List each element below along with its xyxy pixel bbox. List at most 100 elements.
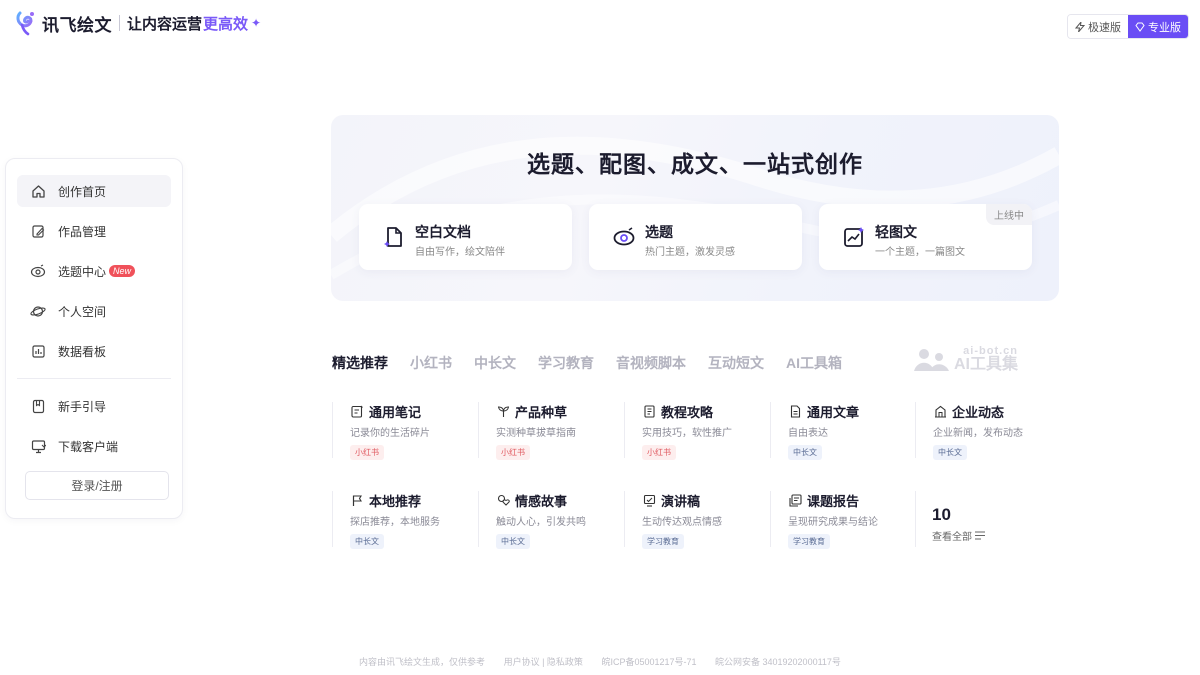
- logo[interactable]: 讯飞绘文 让内容运营 更高效 ✦: [16, 10, 261, 36]
- card-title: 轻图文: [875, 224, 917, 240]
- template-tag: 小红书: [642, 445, 676, 460]
- view-all-templates[interactable]: 10 查看全部: [915, 491, 1035, 549]
- tab-featured[interactable]: 精选推荐: [332, 353, 388, 373]
- template-title: 教程攻略: [661, 405, 714, 420]
- version-fast-label: 极速版: [1088, 21, 1121, 34]
- template-title: 课题报告: [807, 494, 860, 509]
- template-title: 产品种草: [515, 405, 568, 420]
- template-general-note[interactable]: 通用笔记 记录你的生活碎片 小红书: [332, 402, 456, 464]
- version-switch: 极速版 专业版: [1067, 14, 1189, 39]
- template-research-report[interactable]: 课题报告 呈现研究成果与结论 学习教育: [770, 491, 894, 553]
- template-tag: 中长文: [933, 445, 967, 460]
- template-desc: 自由表达: [788, 428, 828, 439]
- card-subtitle: 一个主题，一篇图文: [875, 247, 965, 258]
- footer: 内容由讯飞绘文生成，仅供参考 用户协议 | 隐私政策 皖ICP备05001217…: [0, 655, 1200, 668]
- sidebar-item-label: 作品管理: [58, 224, 107, 239]
- slogan-highlight: 更高效: [203, 15, 249, 33]
- version-fast-button[interactable]: 极速版: [1068, 15, 1128, 38]
- sidebar-item-label: 个人空间: [58, 304, 107, 319]
- template-general-article[interactable]: 通用文章 自由表达 中长文: [770, 402, 894, 464]
- logo-name: 讯飞绘文: [42, 15, 112, 35]
- chart-icon: [30, 343, 46, 359]
- planet-icon: [30, 303, 46, 319]
- online-tag: 上线中: [986, 204, 1032, 225]
- tab-av-script[interactable]: 音视频脚本: [616, 353, 686, 373]
- template-desc: 呈现研究成果与结论: [788, 517, 878, 528]
- column-divider: [624, 491, 625, 547]
- image-chart-icon: [844, 227, 864, 247]
- article-icon: [788, 405, 802, 419]
- watermark-logo-icon: [914, 349, 949, 371]
- document-icon: [384, 227, 402, 247]
- edit-icon: [30, 223, 46, 239]
- card-title: 空白文档: [415, 224, 471, 240]
- sidebar-item-label: 数据看板: [58, 344, 107, 359]
- lightning-icon: [1075, 21, 1085, 32]
- view-all-label: 查看全部: [932, 532, 972, 543]
- sidebar-item-home[interactable]: 创作首页: [17, 175, 171, 207]
- template-title: 企业动态: [952, 405, 1005, 420]
- tab-xiaohongshu[interactable]: 小红书: [410, 353, 452, 373]
- template-tag: 小红书: [496, 445, 530, 460]
- column-divider: [915, 491, 916, 547]
- template-title: 通用文章: [807, 405, 860, 420]
- tab-long-article[interactable]: 中长文: [474, 353, 516, 373]
- template-tutorial[interactable]: 教程攻略 实用技巧，软性推广 小红书: [624, 402, 748, 464]
- template-desc: 触动人心，引发共鸣: [496, 517, 586, 528]
- new-badge: New: [109, 265, 136, 277]
- template-product-review[interactable]: 产品种草 实测种草拔草指南 小红书: [478, 402, 602, 464]
- book-icon: [642, 405, 656, 419]
- footer-notice: 内容由讯飞绘文生成，仅供参考: [359, 657, 486, 667]
- template-title: 本地推荐: [369, 494, 422, 509]
- column-divider: [478, 402, 479, 458]
- tab-education[interactable]: 学习教育: [538, 353, 594, 373]
- template-desc: 企业新闻，发布动态: [933, 428, 1023, 439]
- sidebar-item-download[interactable]: 下载客户端: [17, 430, 171, 462]
- flag-icon: [350, 494, 364, 508]
- template-local-recommend[interactable]: 本地推荐 探店推荐，本地服务 中长文: [332, 491, 456, 553]
- footer-icp[interactable]: 皖ICP备05001217号-71: [601, 657, 696, 667]
- version-pro-button[interactable]: 专业版: [1128, 15, 1188, 38]
- logo-divider: [119, 15, 120, 31]
- tab-ai-toolbox[interactable]: AI工具箱: [786, 353, 842, 373]
- footer-links[interactable]: 用户协议 | 隐私政策: [504, 657, 583, 667]
- watermark: ai-bot.cn AI工具集: [914, 345, 1018, 373]
- sidebar-item-topics[interactable]: 选题中心 New: [17, 255, 171, 287]
- template-title: 情感故事: [515, 494, 568, 509]
- version-pro-label: 专业版: [1148, 21, 1181, 34]
- footer-police-record[interactable]: 皖公网安备 34019202000117号: [715, 657, 841, 667]
- template-tag: 学习教育: [788, 534, 830, 549]
- sidebar-item-space[interactable]: 个人空间: [17, 295, 171, 327]
- light-article-card[interactable]: 轻图文 一个主题，一篇图文 上线中: [819, 204, 1032, 270]
- template-company-news[interactable]: 企业动态 企业新闻，发布动态 中长文: [915, 402, 1039, 464]
- sidebar-item-dashboard[interactable]: 数据看板: [17, 335, 171, 367]
- watermark-name: AI工具集: [954, 356, 1019, 373]
- column-divider: [915, 402, 916, 458]
- sprout-icon: [496, 405, 510, 419]
- card-subtitle: 自由写作，绘文陪伴: [415, 247, 505, 258]
- hero-panel: 选题、配图、成文、一站式创作 空白文档 自由写作，绘文陪伴 选题 热门主题，激发…: [331, 115, 1059, 301]
- template-tag: 小红书: [350, 445, 384, 460]
- note-icon: [350, 405, 364, 419]
- sidebar-item-works[interactable]: 作品管理: [17, 215, 171, 247]
- tab-interactive-short[interactable]: 互动短文: [708, 353, 764, 373]
- column-divider: [770, 402, 771, 458]
- sidebar-item-label: 下载客户端: [58, 439, 119, 454]
- topic-card[interactable]: 选题 热门主题，激发灵感: [589, 204, 802, 270]
- template-title: 演讲稿: [661, 494, 701, 509]
- sidebar: 创作首页 作品管理 选题中心 New 个人空间 数据看板 新手引导 下载客户端 …: [5, 158, 183, 519]
- building-icon: [933, 405, 947, 419]
- blank-document-card[interactable]: 空白文档 自由写作，绘文陪伴: [359, 204, 572, 270]
- template-desc: 探店推荐，本地服务: [350, 517, 440, 528]
- heart-icon: [496, 494, 510, 508]
- template-tag: 中长文: [350, 534, 384, 549]
- home-icon: [30, 183, 46, 199]
- login-register-button[interactable]: 登录/注册: [25, 471, 169, 500]
- logo-mark-icon: [16, 11, 34, 36]
- sidebar-item-guide[interactable]: 新手引导: [17, 390, 171, 422]
- diamond-icon: [1135, 22, 1145, 32]
- template-tag: 学习教育: [642, 534, 684, 549]
- sidebar-divider: [17, 378, 171, 379]
- template-emotional-story[interactable]: 情感故事 触动人心，引发共鸣 中长文: [478, 491, 602, 553]
- template-speech[interactable]: 演讲稿 生动传达观点情感 学习教育: [624, 491, 748, 553]
